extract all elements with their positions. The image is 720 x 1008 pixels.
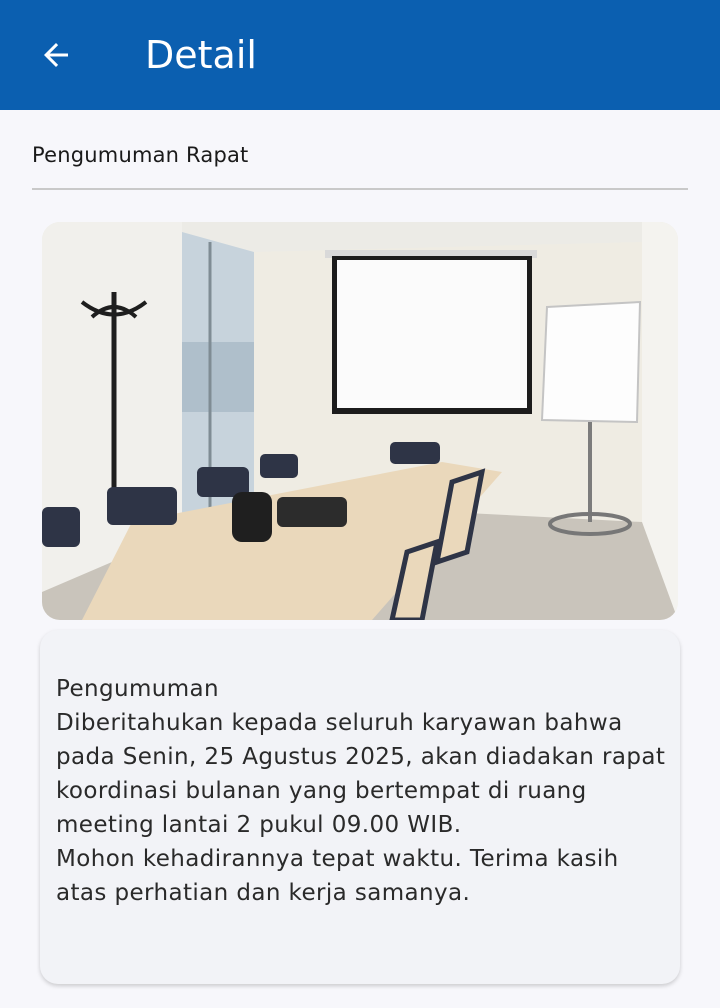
announcement-body: Pengumuman Diberitahukan kepada seluruh … [56, 676, 666, 906]
back-button[interactable] [24, 27, 88, 83]
title-divider [32, 188, 688, 190]
app-bar: Detail [0, 0, 720, 110]
announcement-image [42, 222, 678, 620]
announcement-title: Pengumuman Rapat [32, 143, 249, 167]
detail-content: Pengumuman Rapat Pengumuman Diberitahuka… [0, 110, 720, 1008]
arrow-left-icon [44, 43, 68, 67]
announcement-card: Pengumuman Diberitahukan kepada seluruh … [40, 630, 680, 984]
page-title: Detail [145, 33, 257, 77]
meeting-room-photo [42, 222, 678, 620]
